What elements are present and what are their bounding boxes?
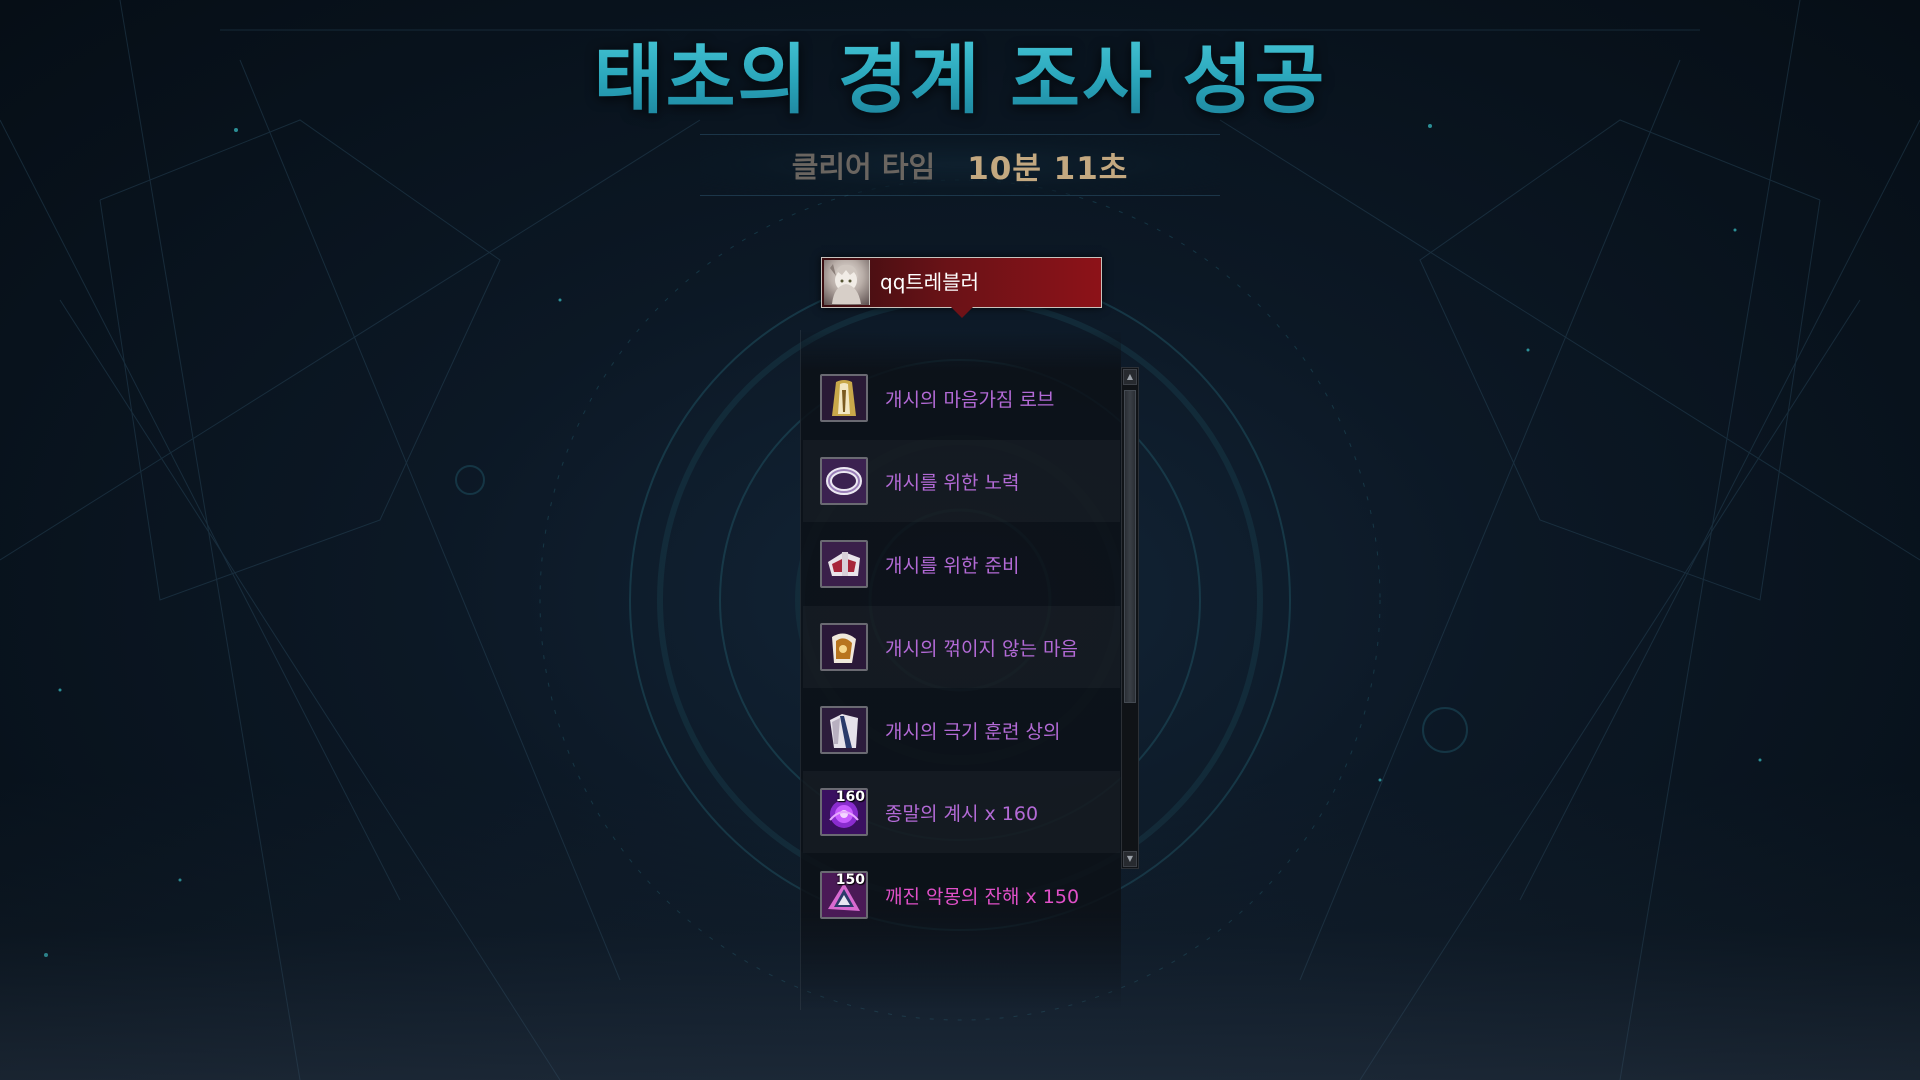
ring-icon: [820, 457, 868, 505]
item-name: 개시를 위한 노력: [885, 471, 1020, 494]
item-name: 개시의 마음가짐 로브: [885, 388, 1055, 411]
clear-time-bar: 클리어 타임 10분 11초: [700, 134, 1220, 196]
list-item[interactable]: 개시의 꺾이지 않는 마음: [803, 606, 1120, 688]
scroll-down-button[interactable]: ▼: [1123, 851, 1137, 867]
player-name: qq트레블러: [880, 270, 979, 294]
player-bar-pointer: [951, 307, 973, 318]
page-title: 태초의 경계 조사 성공: [0, 18, 1920, 128]
list-item[interactable]: 개시의 마음가짐 로브: [803, 357, 1120, 439]
list-item[interactable]: 개시의 극기 훈련 상의: [803, 689, 1120, 771]
character-portrait-icon: [824, 260, 870, 305]
item-name: 종말의 계시 x 160: [885, 802, 1039, 825]
top-armor-icon: [820, 706, 868, 754]
player-name-bar[interactable]: qq트레블러: [821, 257, 1102, 308]
scroll-up-button[interactable]: ▲: [1123, 369, 1137, 385]
item-name: 깨진 악몽의 잔해 x 150: [885, 885, 1080, 908]
robe-icon: [820, 374, 868, 422]
item-name: 개시를 위한 준비: [885, 554, 1020, 577]
clear-time-value: 10분 11초: [967, 150, 1129, 187]
list-item[interactable]: 개시를 위한 준비: [803, 523, 1120, 605]
bracer-icon: [820, 623, 868, 671]
scroll-thumb[interactable]: [1124, 390, 1136, 703]
item-count: 150: [835, 872, 865, 888]
reward-list-scrollbar[interactable]: ▲ ▼: [1121, 367, 1139, 869]
list-item[interactable]: 160 종말의 계시 x 160: [803, 771, 1120, 853]
item-count: 160: [835, 789, 865, 805]
armor-icon: [820, 540, 868, 588]
list-item[interactable]: 150 깨진 악몽의 잔해 x 150: [803, 854, 1120, 936]
item-name: 개시의 극기 훈련 상의: [885, 720, 1061, 743]
purple-orb-icon: 160: [820, 788, 868, 836]
item-name: 개시의 꺾이지 않는 마음: [885, 637, 1078, 660]
shard-icon: 150: [820, 871, 868, 919]
clear-time-label: 클리어 타임: [791, 150, 936, 184]
list-item[interactable]: 개시를 위한 노력: [803, 440, 1120, 522]
